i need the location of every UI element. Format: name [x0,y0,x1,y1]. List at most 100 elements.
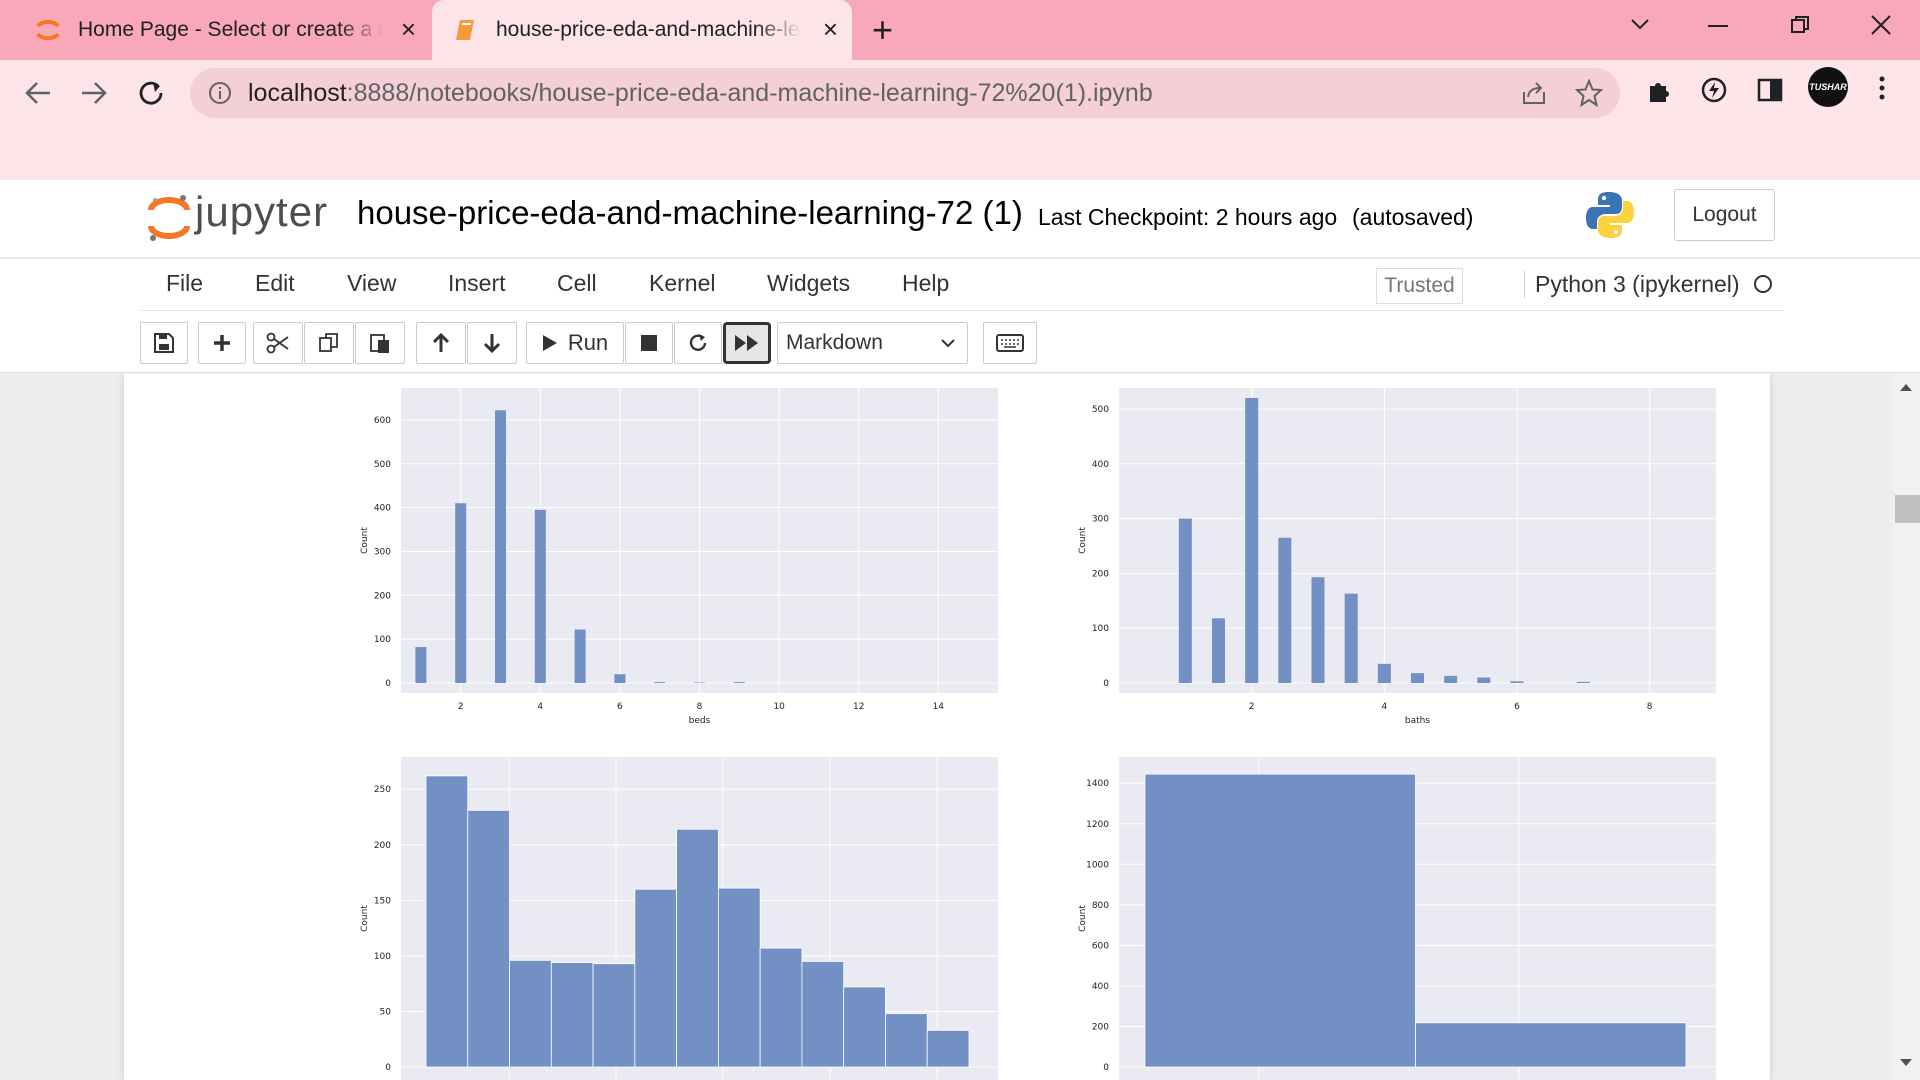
extensions-icon[interactable] [1646,76,1674,104]
restart-button[interactable] [674,322,722,364]
logout-button[interactable]: Logout [1674,189,1775,241]
browser-menu-icon[interactable] [1878,74,1886,102]
menu-widgets[interactable]: Widgets [767,270,850,297]
y-tick-label: 500 [374,460,391,470]
x-tick-label: 2 [1249,702,1255,712]
autosave-status: (autosaved) [1352,204,1474,230]
menu-file[interactable]: File [166,270,203,297]
forward-icon[interactable] [80,80,108,106]
y-tick-label: 150 [374,896,391,906]
notebook-scroll-area[interactable]: 0 100 200 300 400 500 600 Count 2 4 6 8 10 12 14 beds 0 1… [0,374,1920,1080]
y-axis-label: Count [360,527,370,554]
jupyter-logo-icon[interactable] [145,192,193,244]
play-icon [542,335,557,351]
arrow-up-icon [432,332,450,352]
y-tick-label: 100 [374,635,391,645]
close-window-icon[interactable] [1870,14,1892,36]
axes-layer: 0100200300400500600Count2 4 6 8 10 12 14beds01… [360,405,1653,1073]
copy-button[interactable] [304,322,354,364]
y-tick-label: 200 [1092,1022,1109,1032]
tab-notebook[interactable]: house-price-eda-and-machine-learning-72 … [432,0,852,60]
cell-type-value: Markdown [786,331,883,354]
back-icon[interactable] [24,80,52,106]
kernel-name[interactable]: Python 3 (ipykernel) [1524,271,1740,298]
menu-cell[interactable]: Cell [557,270,597,297]
menu-bar: File Edit View Insert Cell Kernel Widget… [140,259,1784,311]
side-panel-icon[interactable] [1756,76,1784,104]
move-up-button[interactable] [416,322,466,364]
browser-tab-bar: Home Page - Select or create a notebook … [0,0,1920,60]
close-tab-icon[interactable]: × [823,16,838,42]
restore-icon[interactable] [1790,15,1810,35]
save-icon [154,333,174,353]
menu-edit[interactable]: Edit [255,270,295,297]
x-tick-label: 14 [933,702,945,712]
restart-run-all-button[interactable] [723,322,771,364]
command-palette-button[interactable] [983,322,1037,364]
interrupt-button[interactable] [625,322,673,364]
performance-icon[interactable] [1700,76,1728,104]
url-host: localhost [248,78,347,107]
tab-home-page[interactable]: Home Page - Select or create a notebook … [0,0,430,60]
python-logo-icon [1586,192,1634,238]
x-tick-label: 8 [1647,702,1653,712]
stop-icon [641,335,657,351]
reload-icon[interactable] [136,78,166,108]
x-tick-label: 6 [617,702,623,712]
bookmark-star-icon[interactable] [1575,79,1603,107]
scroll-down-icon[interactable] [1899,1058,1913,1068]
share-icon[interactable] [1520,80,1548,106]
menu-insert[interactable]: Insert [448,270,506,297]
site-info-icon[interactable] [208,81,232,105]
profile-avatar[interactable]: TUSHAR [1808,67,1848,107]
close-tab-icon[interactable]: × [401,16,416,42]
x-axis-label: beds [689,716,711,726]
cut-button[interactable] [253,322,303,364]
address-bar[interactable]: localhost:8888/notebooks/house-price-eda… [190,68,1620,118]
scroll-up-icon[interactable] [1899,382,1913,392]
tab-label: Home Page - Select or create a notebook [78,18,383,41]
y-axis-label: Count [360,905,370,932]
move-down-button[interactable] [467,322,517,364]
browser-toolbar: localhost:8888/notebooks/house-price-eda… [0,60,1920,180]
paste-button[interactable] [355,322,405,364]
chevron-down-icon[interactable] [1628,16,1652,32]
arrow-down-icon [483,334,501,354]
y-axis-label: Count [1078,527,1088,554]
jupyter-wordmark[interactable]: jupyter [195,188,328,236]
notebook-title[interactable]: house-price-eda-and-machine-learning-72 … [357,194,1023,232]
y-tick-label: 200 [1092,569,1109,579]
menu-view[interactable]: View [347,270,396,297]
y-tick-label: 400 [1092,982,1109,992]
y-tick-label: 1000 [1086,860,1109,870]
run-button[interactable]: Run [526,322,624,364]
y-tick-label: 500 [1092,405,1109,415]
plus-icon [214,335,230,351]
x-axis-label: baths [1405,716,1430,726]
save-button[interactable] [140,322,188,364]
y-tick-label: 600 [1092,941,1109,951]
y-tick-label: 200 [374,591,391,601]
jupyter-header: jupyter house-price-eda-and-machine-lear… [0,180,1920,258]
page-scrollbar[interactable] [1894,374,1920,1080]
cell-type-select[interactable]: Markdown [777,322,968,364]
scrollbar-thumb[interactable] [1895,495,1920,523]
paste-icon [370,334,389,353]
x-tick-label: 2 [458,702,464,712]
new-tab-button[interactable]: + [872,12,893,48]
menu-kernel[interactable]: Kernel [649,270,715,297]
x-tick-label: 12 [853,702,864,712]
trusted-indicator[interactable]: Trusted [1376,268,1463,304]
y-tick-label: 600 [374,416,391,426]
keyboard-icon [996,334,1024,352]
copy-icon [319,333,338,352]
menu-help[interactable]: Help [902,270,949,297]
insert-cell-button[interactable] [198,322,246,364]
y-axis-label: Count [1078,905,1088,932]
y-tick-label: 100 [374,952,391,962]
minimize-icon[interactable] [1708,24,1728,28]
y-tick-label: 0 [385,1063,391,1073]
x-tick-label: 4 [537,702,543,712]
y-tick-label: 0 [1103,1063,1109,1073]
notebook-tab-icon [456,20,474,40]
